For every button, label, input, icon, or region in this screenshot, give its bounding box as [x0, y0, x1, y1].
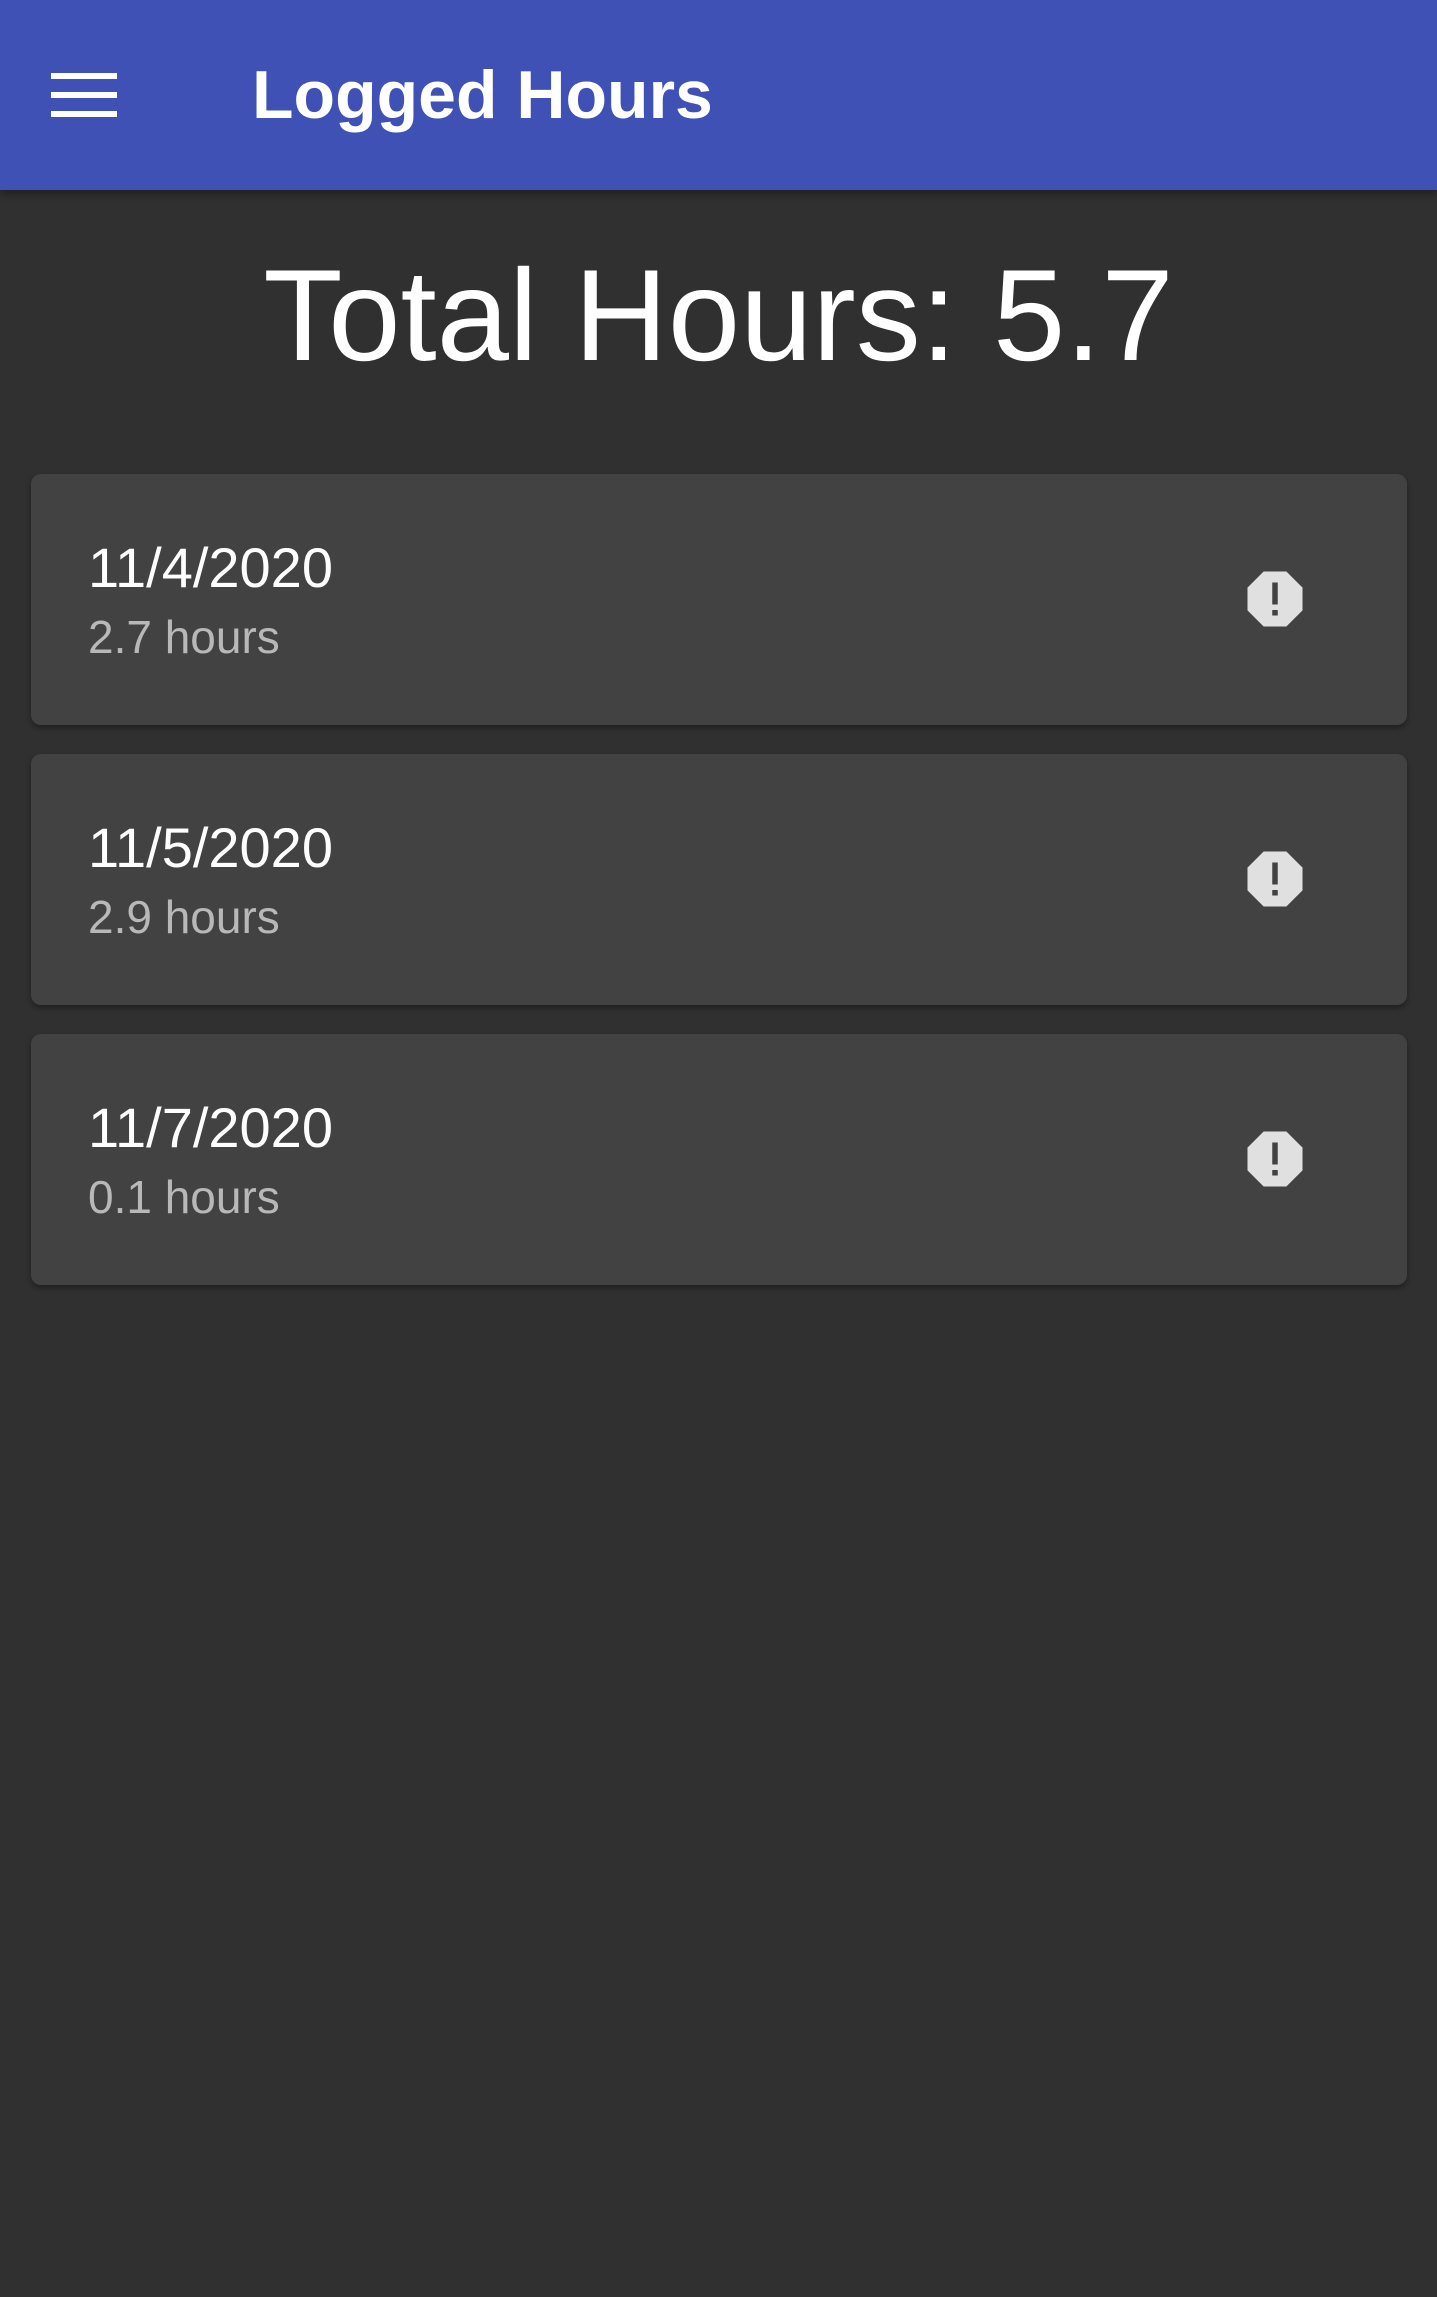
app-root: Logged Hours Total Hours: 5.7 11/4/2020 … — [0, 0, 1437, 2297]
log-entry-card[interactable]: 11/5/2020 2.9 hours — [31, 754, 1407, 1005]
log-entry-hours: 2.9 hours — [88, 891, 280, 943]
log-entry-card[interactable]: 11/4/2020 2.7 hours — [31, 474, 1407, 725]
report-button[interactable] — [1219, 543, 1331, 655]
log-entry-date: 11/4/2020 — [88, 536, 333, 599]
log-list: 11/4/2020 2.7 hours 11/5/2020 2.9 hours — [31, 474, 1407, 1314]
app-toolbar: Logged Hours — [0, 0, 1437, 190]
report-button[interactable] — [1219, 823, 1331, 935]
report-octagon-icon — [1247, 851, 1303, 907]
log-entry-date: 11/5/2020 — [88, 816, 333, 879]
report-octagon-icon — [1247, 1131, 1303, 1187]
log-entry-hours: 0.1 hours — [88, 1171, 280, 1223]
menu-icon — [51, 73, 117, 117]
report-octagon-icon — [1247, 571, 1303, 627]
log-entry-card[interactable]: 11/7/2020 0.1 hours — [31, 1034, 1407, 1285]
report-button[interactable] — [1219, 1103, 1331, 1215]
log-entry-hours: 2.7 hours — [88, 611, 280, 663]
total-hours-heading: Total Hours: 5.7 — [263, 242, 1174, 388]
log-entry-date: 11/7/2020 — [88, 1096, 333, 1159]
page-title: Logged Hours — [252, 57, 713, 133]
menu-button[interactable] — [36, 47, 132, 143]
